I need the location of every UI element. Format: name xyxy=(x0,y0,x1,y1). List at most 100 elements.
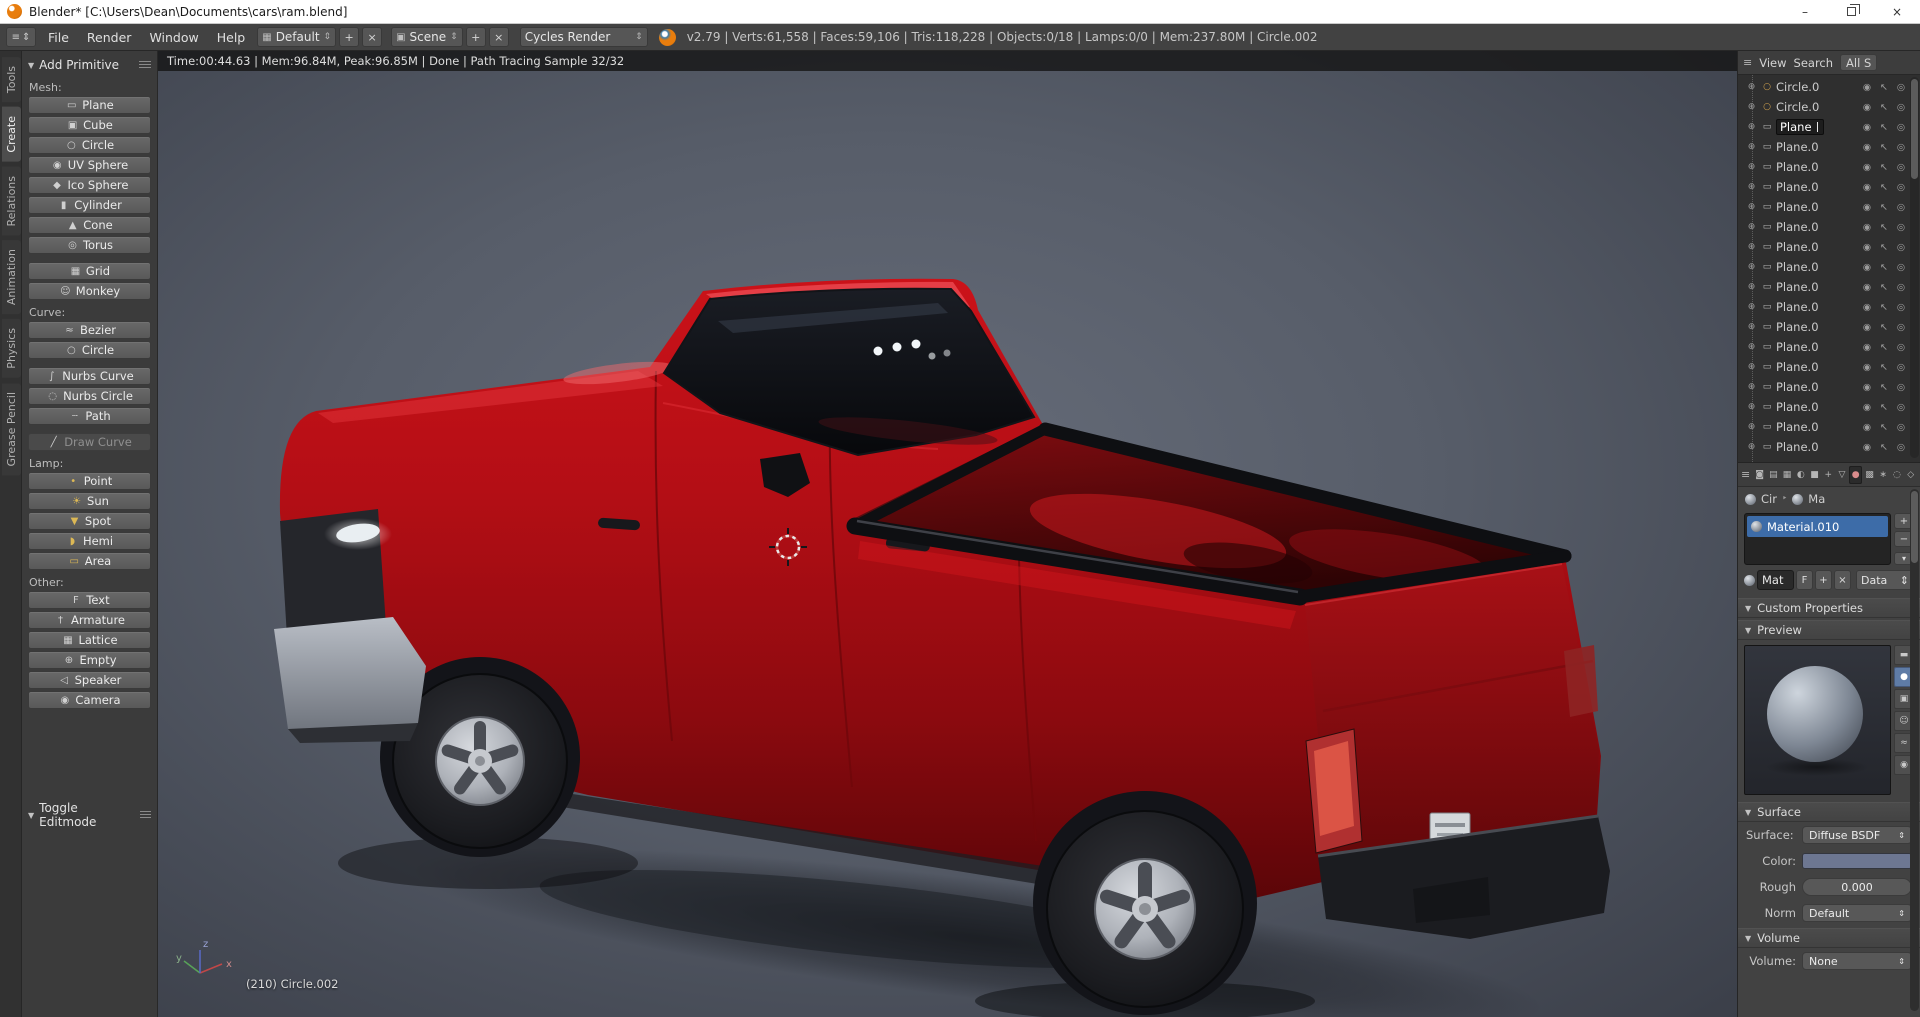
add-camera-button[interactable]: ◉ Camera xyxy=(28,691,151,709)
add-layout-button[interactable]: + xyxy=(339,27,360,47)
render-engine-dropdown[interactable]: Cycles Render ⇕ xyxy=(519,27,648,47)
screen-layout-selector[interactable]: ▦ Default ⇕ xyxy=(257,27,337,47)
visibility-eye-icon[interactable]: ◉ xyxy=(1860,302,1874,313)
tab-world[interactable]: ◐ xyxy=(1794,466,1807,484)
tab-constraints[interactable]: + xyxy=(1822,466,1835,484)
visibility-eye-icon[interactable]: ◉ xyxy=(1860,342,1874,353)
tab-physics[interactable]: ◌ xyxy=(1891,466,1904,484)
selectable-cursor-icon[interactable]: ↖ xyxy=(1877,382,1891,393)
add-lattice-button[interactable]: ▦ Lattice xyxy=(28,631,151,649)
toolshelf-tab-relations[interactable]: Relations xyxy=(2,166,21,236)
tab-scene[interactable]: ▦ xyxy=(1781,466,1794,484)
surface-panel-header[interactable]: ▼ Surface xyxy=(1738,802,1920,822)
outliner-item[interactable]: ⊕ ▭ Plane.0 ◉ ↖ ◎ xyxy=(1738,317,1920,337)
new-material-button[interactable]: + xyxy=(1815,570,1832,590)
restore-button[interactable] xyxy=(1828,0,1874,23)
expand-icon[interactable]: ⊕ xyxy=(1745,422,1758,432)
add-armature-button[interactable]: † Armature xyxy=(28,611,151,629)
rendered-scene[interactable]: x y z xyxy=(158,51,1737,1017)
surface-shader-dropdown[interactable]: Diffuse BSDF ⇕ xyxy=(1802,826,1912,844)
renderable-camera-icon[interactable]: ◎ xyxy=(1894,382,1908,393)
visibility-eye-icon[interactable]: ◉ xyxy=(1860,362,1874,373)
scrollbar-thumb[interactable] xyxy=(1911,491,1918,563)
outliner-item[interactable]: ⊕ ▭ Plane.0 ◉ ↖ ◎ xyxy=(1738,417,1920,437)
material-browse-icon[interactable] xyxy=(1744,574,1755,586)
menu-render[interactable]: Render xyxy=(78,24,141,51)
visibility-eye-icon[interactable]: ◉ xyxy=(1860,122,1874,133)
expand-icon[interactable]: ⊕ xyxy=(1745,242,1758,252)
material-slot-selected[interactable]: Material.010 xyxy=(1747,516,1888,537)
data-link-dropdown[interactable]: Data ⇕ xyxy=(1856,570,1914,590)
selectable-cursor-icon[interactable]: ↖ xyxy=(1877,122,1891,133)
add-circle-button[interactable]: ○ Circle xyxy=(28,136,151,154)
add-ico-sphere-button[interactable]: ◆ Ico Sphere xyxy=(28,176,151,194)
add-bezier-button[interactable]: ≈ Bezier xyxy=(28,321,151,339)
outliner-item[interactable]: ⊕ ▭ Plane.0 ◉ ↖ ◎ xyxy=(1738,237,1920,257)
close-button[interactable]: × xyxy=(1874,0,1920,23)
add-primitive-panel-header[interactable]: ▼ Add Primitive xyxy=(28,55,151,75)
selectable-cursor-icon[interactable]: ↖ xyxy=(1877,342,1891,353)
expand-icon[interactable]: ⊕ xyxy=(1745,142,1758,152)
expand-icon[interactable]: ⊕ xyxy=(1745,282,1758,292)
expand-icon[interactable]: ⊕ xyxy=(1745,342,1758,352)
visibility-eye-icon[interactable]: ◉ xyxy=(1860,142,1874,153)
selectable-cursor-icon[interactable]: ↖ xyxy=(1877,442,1891,453)
renderable-camera-icon[interactable]: ◎ xyxy=(1894,222,1908,233)
expand-icon[interactable]: ⊕ xyxy=(1745,382,1758,392)
renderable-camera-icon[interactable]: ◎ xyxy=(1894,202,1908,213)
editor-type-button[interactable]: ≡ ⇕ xyxy=(6,27,36,47)
outliner-item[interactable]: ⊕ ▭ Plane.0 ◉ ↖ ◎ xyxy=(1738,397,1920,417)
selectable-cursor-icon[interactable]: ↖ xyxy=(1877,422,1891,433)
expand-icon[interactable]: ⊕ xyxy=(1745,202,1758,212)
outliner-item[interactable]: ⊕ ○ Circle.0 ◉ ↖ ◎ xyxy=(1738,77,1920,97)
selectable-cursor-icon[interactable]: ↖ xyxy=(1877,202,1891,213)
visibility-eye-icon[interactable]: ◉ xyxy=(1860,282,1874,293)
expand-icon[interactable]: ⊕ xyxy=(1745,402,1758,412)
outliner-item[interactable]: ⊕ ▭ Plane ◉ ↖ ◎ xyxy=(1738,117,1920,137)
menu-help[interactable]: Help xyxy=(208,24,255,51)
tab-modifiers[interactable]: ◇ xyxy=(1904,466,1917,484)
material-name-field[interactable]: Mat xyxy=(1757,570,1794,590)
toolshelf-tab-tools[interactable]: Tools xyxy=(2,57,21,103)
scrollbar-thumb[interactable] xyxy=(1911,79,1918,179)
properties-editor-icon[interactable]: ≡ xyxy=(1741,468,1750,481)
selectable-cursor-icon[interactable]: ↖ xyxy=(1877,182,1891,193)
tab-particles[interactable]: ∗ xyxy=(1877,466,1890,484)
add-point-button[interactable]: • Point xyxy=(28,472,151,490)
outliner-item[interactable]: ⊕ ▭ Plane.0 ◉ ↖ ◎ xyxy=(1738,337,1920,357)
visibility-eye-icon[interactable]: ◉ xyxy=(1860,382,1874,393)
fake-user-button[interactable]: F xyxy=(1796,570,1813,590)
outliner-item[interactable]: ⊕ ▭ Plane.0 ◉ ↖ ◎ xyxy=(1738,177,1920,197)
add-monkey-button[interactable]: ☺ Monkey xyxy=(28,282,151,300)
outliner-item[interactable]: ⊕ ▭ Plane.0 ◉ ↖ ◎ xyxy=(1738,297,1920,317)
visibility-eye-icon[interactable]: ◉ xyxy=(1860,162,1874,173)
expand-icon[interactable]: ⊕ xyxy=(1745,322,1758,332)
tab-data[interactable]: ▽ xyxy=(1836,466,1849,484)
selectable-cursor-icon[interactable]: ↖ xyxy=(1877,102,1891,113)
selectable-cursor-icon[interactable]: ↖ xyxy=(1877,82,1891,93)
visibility-eye-icon[interactable]: ◉ xyxy=(1860,322,1874,333)
selectable-cursor-icon[interactable]: ↖ xyxy=(1877,402,1891,413)
renderable-camera-icon[interactable]: ◎ xyxy=(1894,142,1908,153)
renderable-camera-icon[interactable]: ◎ xyxy=(1894,342,1908,353)
toolshelf-tab-create[interactable]: Create xyxy=(2,107,21,162)
breadcrumb-material[interactable]: Ma xyxy=(1808,492,1825,506)
toolshelf-tab-grease-pencil[interactable]: Grease Pencil xyxy=(2,382,21,476)
add-cone-button[interactable]: ▲ Cone xyxy=(28,216,151,234)
breadcrumb-object[interactable]: Cir xyxy=(1761,492,1777,506)
renderable-camera-icon[interactable]: ◎ xyxy=(1894,162,1908,173)
outliner-scrollbar[interactable] xyxy=(1910,77,1919,458)
custom-properties-panel-header[interactable]: ▼ Custom Properties xyxy=(1738,598,1920,618)
outliner-item[interactable]: ⊕ ▭ Plane.0 ◉ ↖ ◎ xyxy=(1738,197,1920,217)
renderable-camera-icon[interactable]: ◎ xyxy=(1894,242,1908,253)
add-path-button[interactable]: ┄ Path xyxy=(28,407,151,425)
tab-texture[interactable]: ▩ xyxy=(1863,466,1876,484)
selectable-cursor-icon[interactable]: ↖ xyxy=(1877,222,1891,233)
delete-layout-button[interactable]: × xyxy=(362,27,383,47)
expand-icon[interactable]: ⊕ xyxy=(1745,102,1758,112)
tab-object[interactable]: ■ xyxy=(1808,466,1821,484)
expand-icon[interactable]: ⊕ xyxy=(1745,442,1758,452)
add-circle-button[interactable]: ○ Circle xyxy=(28,341,151,359)
toggle-editmode-panel-header[interactable]: ▼ Toggle Editmode xyxy=(28,801,151,829)
add-torus-button[interactable]: ◎ Torus xyxy=(28,236,151,254)
